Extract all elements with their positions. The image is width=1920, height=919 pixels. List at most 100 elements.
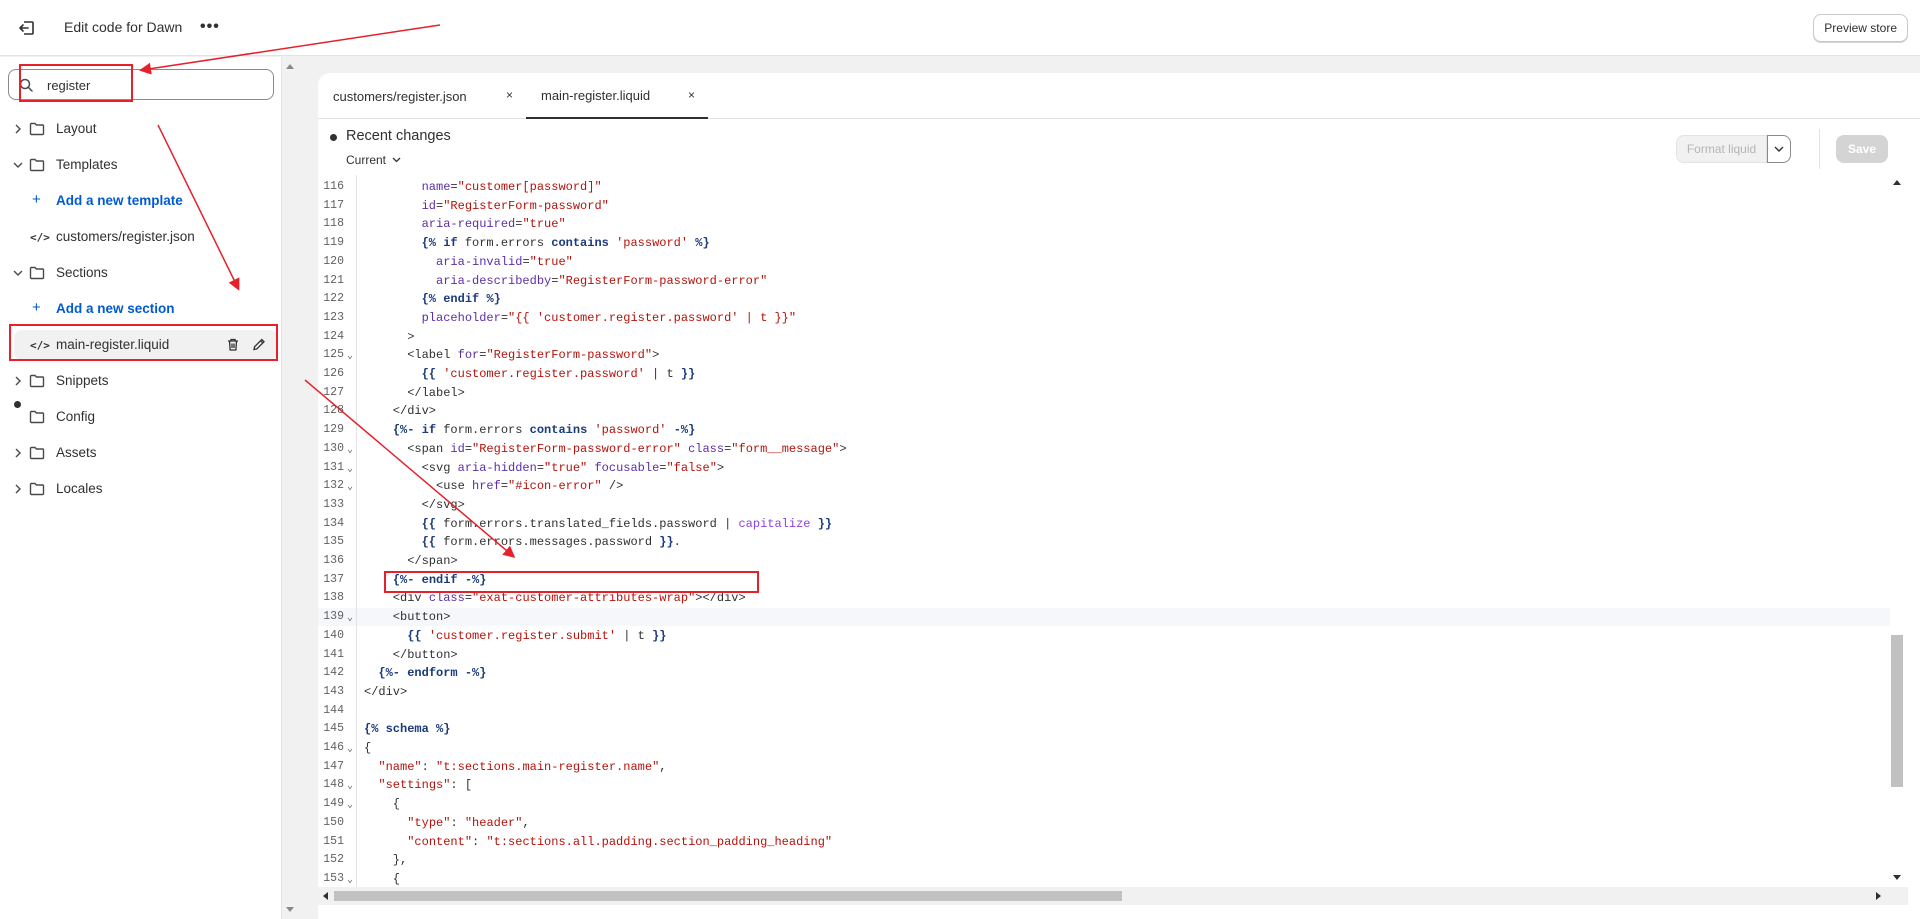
close-icon[interactable]: × <box>506 88 513 102</box>
code-line[interactable]: 122 {% endif %} <box>318 290 1890 308</box>
code-line[interactable]: 126 {{ 'customer.register.password' | t … <box>318 365 1890 383</box>
code-line[interactable]: 148 ⌄ "settings": [ <box>318 776 1890 794</box>
code-line[interactable]: 153 ⌄ { <box>318 870 1890 887</box>
fold-chevron-icon[interactable]: ⌄ <box>347 610 353 628</box>
fold-chevron-icon[interactable]: ⌄ <box>347 797 353 815</box>
fold-chevron-icon[interactable]: ⌄ <box>347 741 353 759</box>
folder-icon <box>29 374 45 388</box>
code-text: "name": "t:sections.main-register.name", <box>378 759 667 774</box>
line-number: 128 <box>323 404 344 418</box>
code-line[interactable]: 118 aria-required="true" <box>318 215 1890 233</box>
code-text: <span id="RegisterForm-password-error" c… <box>364 441 847 456</box>
code-line[interactable]: 151 "content": "t:sections.all.padding.s… <box>318 833 1890 851</box>
code-line[interactable]: 123 placeholder="{{ 'customer.register.p… <box>318 309 1890 327</box>
code-line[interactable]: 145 {% schema %} <box>318 720 1890 738</box>
code-line[interactable]: 131 ⌄ <svg aria-hidden="true" focusable="… <box>318 459 1890 477</box>
folder-icon <box>29 158 45 172</box>
fold-chevron-icon[interactable]: ⌄ <box>347 348 353 366</box>
line-number: 145 <box>323 722 344 736</box>
file-customers-register-json[interactable]: </> customers/register.json <box>0 222 282 252</box>
code-editor[interactable]: 116 name="customer[password]" 117 id="Reg… <box>318 175 1890 887</box>
code-line[interactable]: 130 ⌄ <span id="RegisterForm-password-err… <box>318 440 1890 458</box>
line-number: 146 <box>323 741 344 754</box>
save-button[interactable]: Save <box>1836 135 1888 163</box>
folder-assets[interactable]: Assets <box>0 438 282 468</box>
code-line[interactable]: 142 {%- endform -%} <box>318 664 1890 682</box>
code-line[interactable]: 128 </div> <box>318 402 1890 420</box>
recent-changes-title: Recent changes <box>346 128 451 144</box>
code-line[interactable]: 136 </span> <box>318 552 1890 570</box>
file-main-register-liquid[interactable]: </> main-register.liquid <box>14 330 278 360</box>
code-line[interactable]: 132 ⌄ <use href="#icon-error" /> <box>318 477 1890 495</box>
fold-chevron-icon[interactable]: ⌄ <box>347 479 353 497</box>
chevron-right-icon <box>15 484 21 494</box>
code-line[interactable]: 119 {% if form.errors contains 'password… <box>318 234 1890 252</box>
exit-editor-button[interactable] <box>14 16 40 40</box>
add-template-link[interactable]: + Add a new template <box>0 186 282 216</box>
code-line[interactable]: 140 {{ 'customer.register.submit' | t }} <box>318 627 1890 645</box>
horizontal-scroll-thumb[interactable] <box>334 891 1122 901</box>
tab-main-register-liquid[interactable]: main-register.liquid × <box>526 73 708 119</box>
fold-chevron-icon[interactable]: ⌄ <box>347 461 353 479</box>
code-line[interactable]: 124 > <box>318 328 1890 346</box>
folder-snippets[interactable]: Snippets <box>0 366 282 396</box>
line-number: 137 <box>323 572 344 586</box>
code-line[interactable]: 144 <box>318 702 1890 720</box>
code-line[interactable]: 120 aria-invalid="true" <box>318 253 1890 271</box>
vertical-scroll-thumb[interactable] <box>1891 635 1903 787</box>
code-line[interactable]: 146 ⌄ { <box>318 739 1890 757</box>
code-line[interactable]: 149 ⌄ { <box>318 795 1890 813</box>
preview-store-button[interactable]: Preview store <box>1813 14 1908 42</box>
code-line[interactable]: 135 {{ form.errors.messages.password }}. <box>318 533 1890 551</box>
code-line[interactable]: 127 </label> <box>318 384 1890 402</box>
tab-customers-register-json[interactable]: customers/register.json × <box>318 73 526 119</box>
pencil-icon[interactable] <box>252 337 266 352</box>
fold-chevron-icon[interactable]: ⌄ <box>347 872 353 887</box>
format-options-dropdown[interactable] <box>1767 135 1791 163</box>
close-icon[interactable]: × <box>688 88 695 102</box>
code-line[interactable]: 134 {{ form.errors.translated_fields.pas… <box>318 515 1890 533</box>
line-number: 135 <box>323 535 344 549</box>
code-line[interactable]: 147 "name": "t:sections.main-register.na… <box>318 758 1890 776</box>
trash-icon[interactable] <box>226 337 240 352</box>
code-line[interactable]: 121 aria-describedby="RegisterForm-passw… <box>318 272 1890 290</box>
sidebar-scrollbar[interactable] <box>282 57 298 919</box>
line-number: 130 <box>323 441 344 455</box>
line-number: 126 <box>323 367 344 380</box>
code-line[interactable]: 143 </div> <box>318 683 1890 701</box>
line-number: 119 <box>323 236 344 250</box>
line-number: 132 <box>323 479 344 493</box>
more-actions-button[interactable]: ••• <box>200 18 220 36</box>
folder-layout[interactable]: Layout <box>0 114 282 144</box>
search-field[interactable] <box>8 69 274 100</box>
code-line[interactable]: 152 }, <box>318 851 1890 869</box>
code-text: {%- endform -%} <box>378 666 487 681</box>
code-line[interactable]: 129 {%- if form.errors contains 'passwor… <box>318 421 1890 439</box>
version-select[interactable]: Current <box>346 153 401 167</box>
code-line[interactable]: 150 "type": "header", <box>318 814 1890 832</box>
code-text: </label> <box>364 385 465 400</box>
code-line[interactable]: 125 ⌄ <label for="RegisterForm-password"> <box>318 346 1890 364</box>
code-line[interactable]: 117 id="RegisterForm-password" <box>318 197 1890 215</box>
divider <box>1819 129 1820 169</box>
code-line[interactable]: 141 </button> <box>318 646 1890 664</box>
add-section-link[interactable]: + Add a new section <box>0 294 282 324</box>
folder-templates[interactable]: Templates <box>0 150 282 180</box>
folder-locales[interactable]: Locales <box>0 474 282 504</box>
code-line[interactable]: 137 {%- endif -%} <box>318 571 1890 589</box>
code-horizontal-scrollbar[interactable] <box>318 887 1908 905</box>
line-number: 118 <box>323 217 344 231</box>
format-liquid-button[interactable]: Format liquid <box>1676 135 1767 163</box>
tab-label: main-register.liquid <box>541 87 651 103</box>
code-line[interactable]: 133 </svg> <box>318 496 1890 514</box>
code-line[interactable]: 138 <div class="exat-customer-attributes… <box>318 589 1890 607</box>
search-input[interactable] <box>47 76 247 94</box>
line-number: 144 <box>323 703 344 717</box>
code-line[interactable]: 116 name="customer[password]" <box>318 178 1890 196</box>
code-line[interactable]: 139 ⌄ <button> <box>318 608 1890 628</box>
folder-sections[interactable]: Sections <box>0 258 282 288</box>
fold-chevron-icon[interactable]: ⌄ <box>347 442 353 460</box>
code-text: {{ 'customer.register.password' | t }} <box>421 367 696 381</box>
fold-chevron-icon[interactable]: ⌄ <box>347 778 353 796</box>
folder-config[interactable]: Config <box>0 402 282 432</box>
